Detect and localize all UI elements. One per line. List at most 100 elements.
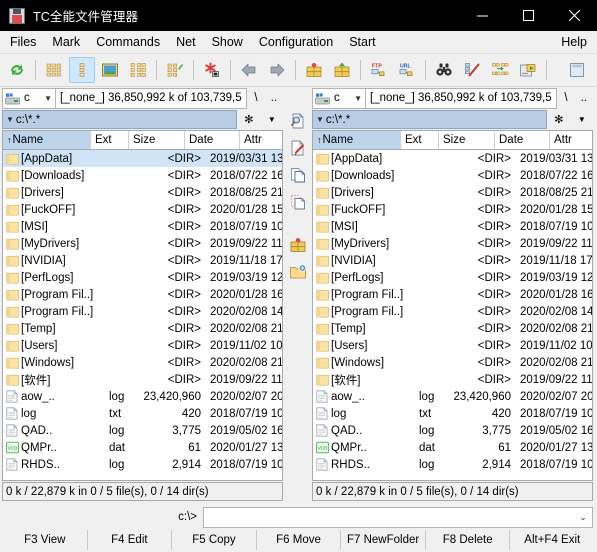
- brief-view-icon[interactable]: [41, 57, 67, 83]
- table-row[interactable]: [FuckOFF]<DIR>2020/01/28 15:34----: [313, 201, 592, 218]
- asterisk-icon[interactable]: ✻: [554, 113, 563, 126]
- asterisk-icon[interactable]: ✻: [244, 113, 253, 126]
- right-drive-selector[interactable]: c ▼: [312, 87, 366, 109]
- table-row[interactable]: [Downloads]<DIR>2018/07/22 16:50----: [313, 167, 592, 184]
- search-binoculars-icon[interactable]: [431, 57, 457, 83]
- detail-view-icon[interactable]: [69, 57, 95, 83]
- edit-file-icon[interactable]: [286, 136, 310, 160]
- table-row[interactable]: logtxt4202018/07/19 10:13-a--: [3, 405, 282, 422]
- command-input-wrapper[interactable]: ⌄: [203, 506, 593, 528]
- chevron-down-icon[interactable]: ⌄: [574, 512, 592, 523]
- fn-f3-view[interactable]: F3 View: [3, 530, 88, 550]
- right-header-name[interactable]: ↑ Name: [313, 131, 401, 149]
- pack-files-icon[interactable]: [301, 57, 327, 83]
- fn-f7-newfolder[interactable]: F7 NewFolder: [341, 530, 426, 550]
- left-root-button[interactable]: \: [247, 88, 265, 109]
- right-up-button[interactable]: ..: [575, 88, 593, 109]
- menu-net[interactable]: Net: [168, 32, 203, 53]
- sync-dirs-icon[interactable]: [515, 57, 541, 83]
- menu-help[interactable]: Help: [553, 32, 597, 53]
- view-file-icon[interactable]: [286, 109, 310, 133]
- table-row[interactable]: [Users]<DIR>2019/11/02 10:01r---: [313, 337, 592, 354]
- ftp-connect-icon[interactable]: FTP: [366, 57, 392, 83]
- multi-rename-icon[interactable]: [459, 57, 485, 83]
- table-row[interactable]: VCDQMPr..dat612020/01/27 13:42-a--: [313, 439, 592, 456]
- table-row[interactable]: [Temp]<DIR>2020/02/08 21:03----: [313, 320, 592, 337]
- table-row[interactable]: VCDQMPr..dat612020/01/27 13:42-a--: [3, 439, 282, 456]
- table-row[interactable]: [PerfLogs]<DIR>2019/03/19 12:52----: [313, 269, 592, 286]
- table-row[interactable]: [MyDrivers]<DIR>2019/09/22 11:13----: [313, 235, 592, 252]
- custom-columns-icon[interactable]: [162, 57, 188, 83]
- table-row[interactable]: [NVIDIA]<DIR>2019/11/18 17:16----: [3, 252, 282, 269]
- menu-show[interactable]: Show: [204, 32, 251, 53]
- right-header-date[interactable]: Date: [495, 131, 550, 149]
- fn-f6-move[interactable]: F6 Move: [257, 530, 342, 550]
- table-row[interactable]: [Program Fil..]<DIR>2020/02/08 14:39r---: [313, 303, 592, 320]
- menu-start[interactable]: Start: [341, 32, 383, 53]
- menu-commands[interactable]: Commands: [88, 32, 168, 53]
- right-file-list[interactable]: [AppData]<DIR>2019/03/31 13:06----[Downl…: [312, 149, 593, 481]
- chevron-down-icon[interactable]: ▼: [44, 94, 52, 103]
- fn-f4-edit[interactable]: F4 Edit: [88, 530, 173, 550]
- url-connect-icon[interactable]: URL: [394, 57, 420, 83]
- left-header-attr[interactable]: Attr: [240, 131, 282, 149]
- pack-box-icon[interactable]: [286, 233, 310, 257]
- right-header-attr[interactable]: Attr: [550, 131, 592, 149]
- right-tab-current[interactable]: ▼ c:\*.*: [312, 110, 547, 129]
- table-row[interactable]: logtxt4202018/07/19 10:13-a--: [313, 405, 592, 422]
- left-drive-selector[interactable]: c ▼: [2, 87, 56, 109]
- left-header-ext[interactable]: Ext: [91, 131, 129, 149]
- maximize-button[interactable]: [505, 0, 551, 31]
- chevron-down-icon[interactable]: ▼: [354, 94, 362, 103]
- table-row[interactable]: RHDS..log2,9142018/07/19 10:12-a--: [313, 456, 592, 473]
- left-header-size[interactable]: Size: [129, 131, 185, 149]
- unpack-files-icon[interactable]: [329, 57, 355, 83]
- table-row[interactable]: [Program Fil..]<DIR>2020/02/08 14:39r---: [3, 303, 282, 320]
- close-button[interactable]: [551, 0, 597, 31]
- refresh-icon[interactable]: [4, 57, 30, 83]
- left-tab-current[interactable]: ▼ c:\*.*: [2, 110, 237, 129]
- right-header-size[interactable]: Size: [439, 131, 495, 149]
- chevron-down-icon[interactable]: ▼: [578, 115, 586, 124]
- table-row[interactable]: [Program Fil..]<DIR>2020/01/28 16:30r---: [3, 286, 282, 303]
- table-row[interactable]: [Users]<DIR>2019/11/02 10:01r---: [3, 337, 282, 354]
- menu-files[interactable]: Files: [2, 32, 44, 53]
- table-row[interactable]: [软件]<DIR>2019/09/22 11:42----: [3, 371, 282, 388]
- chevron-down-icon[interactable]: ▼: [6, 115, 14, 124]
- table-row[interactable]: [AppData]<DIR>2019/03/31 13:06----: [313, 150, 592, 167]
- table-row[interactable]: [PerfLogs]<DIR>2019/03/19 12:52----: [3, 269, 282, 286]
- fn-f5-copy[interactable]: F5 Copy: [172, 530, 257, 550]
- chevron-down-icon[interactable]: ▼: [316, 115, 324, 124]
- table-row[interactable]: [MSI]<DIR>2018/07/19 10:14----: [3, 218, 282, 235]
- fn-f8-delete[interactable]: F8 Delete: [426, 530, 511, 550]
- right-header-ext[interactable]: Ext: [401, 131, 439, 149]
- menu-mark[interactable]: Mark: [44, 32, 88, 53]
- table-row[interactable]: [MSI]<DIR>2018/07/19 10:14----: [313, 218, 592, 235]
- compare-dirs-icon[interactable]: [487, 57, 513, 83]
- table-row[interactable]: [Program Fil..]<DIR>2020/01/28 16:30r---: [313, 286, 592, 303]
- table-row[interactable]: RHDS..log2,9142018/07/19 10:12-a--: [3, 456, 282, 473]
- table-row[interactable]: aow_..log23,420,9602020/02/07 20:50-a--: [313, 388, 592, 405]
- thumbnail-view-icon[interactable]: [97, 57, 123, 83]
- table-row[interactable]: [Drivers]<DIR>2018/08/25 21:32----: [3, 184, 282, 201]
- table-row[interactable]: [Drivers]<DIR>2018/08/25 21:32----: [313, 184, 592, 201]
- tree-view-icon[interactable]: [125, 57, 151, 83]
- table-row[interactable]: aow_..log23,420,9602020/02/07 20:50-a--: [3, 388, 282, 405]
- table-row[interactable]: QAD..log3,7752019/05/02 16:30-a--: [313, 422, 592, 439]
- copy-file-icon[interactable]: [286, 163, 310, 187]
- back-arrow-icon[interactable]: [236, 57, 262, 83]
- minimize-button[interactable]: [459, 0, 505, 31]
- table-row[interactable]: [软件]<DIR>2019/09/22 11:42----: [313, 371, 592, 388]
- fn-altf4-exit[interactable]: Alt+F4 Exit: [510, 530, 594, 550]
- chevron-down-icon[interactable]: ▼: [268, 115, 276, 124]
- left-header-name[interactable]: ↑ Name: [3, 131, 91, 149]
- left-up-button[interactable]: ..: [265, 88, 283, 109]
- left-header-date[interactable]: Date: [185, 131, 240, 149]
- wildcard-filter-icon[interactable]: [199, 57, 225, 83]
- table-row[interactable]: [Windows]<DIR>2020/02/08 21:02----: [313, 354, 592, 371]
- move-file-icon[interactable]: [286, 190, 310, 214]
- notepad-icon[interactable]: [564, 57, 590, 83]
- command-input[interactable]: [204, 507, 574, 527]
- table-row[interactable]: [Windows]<DIR>2020/02/08 21:02----: [3, 354, 282, 371]
- table-row[interactable]: [Temp]<DIR>2020/02/08 21:03----: [3, 320, 282, 337]
